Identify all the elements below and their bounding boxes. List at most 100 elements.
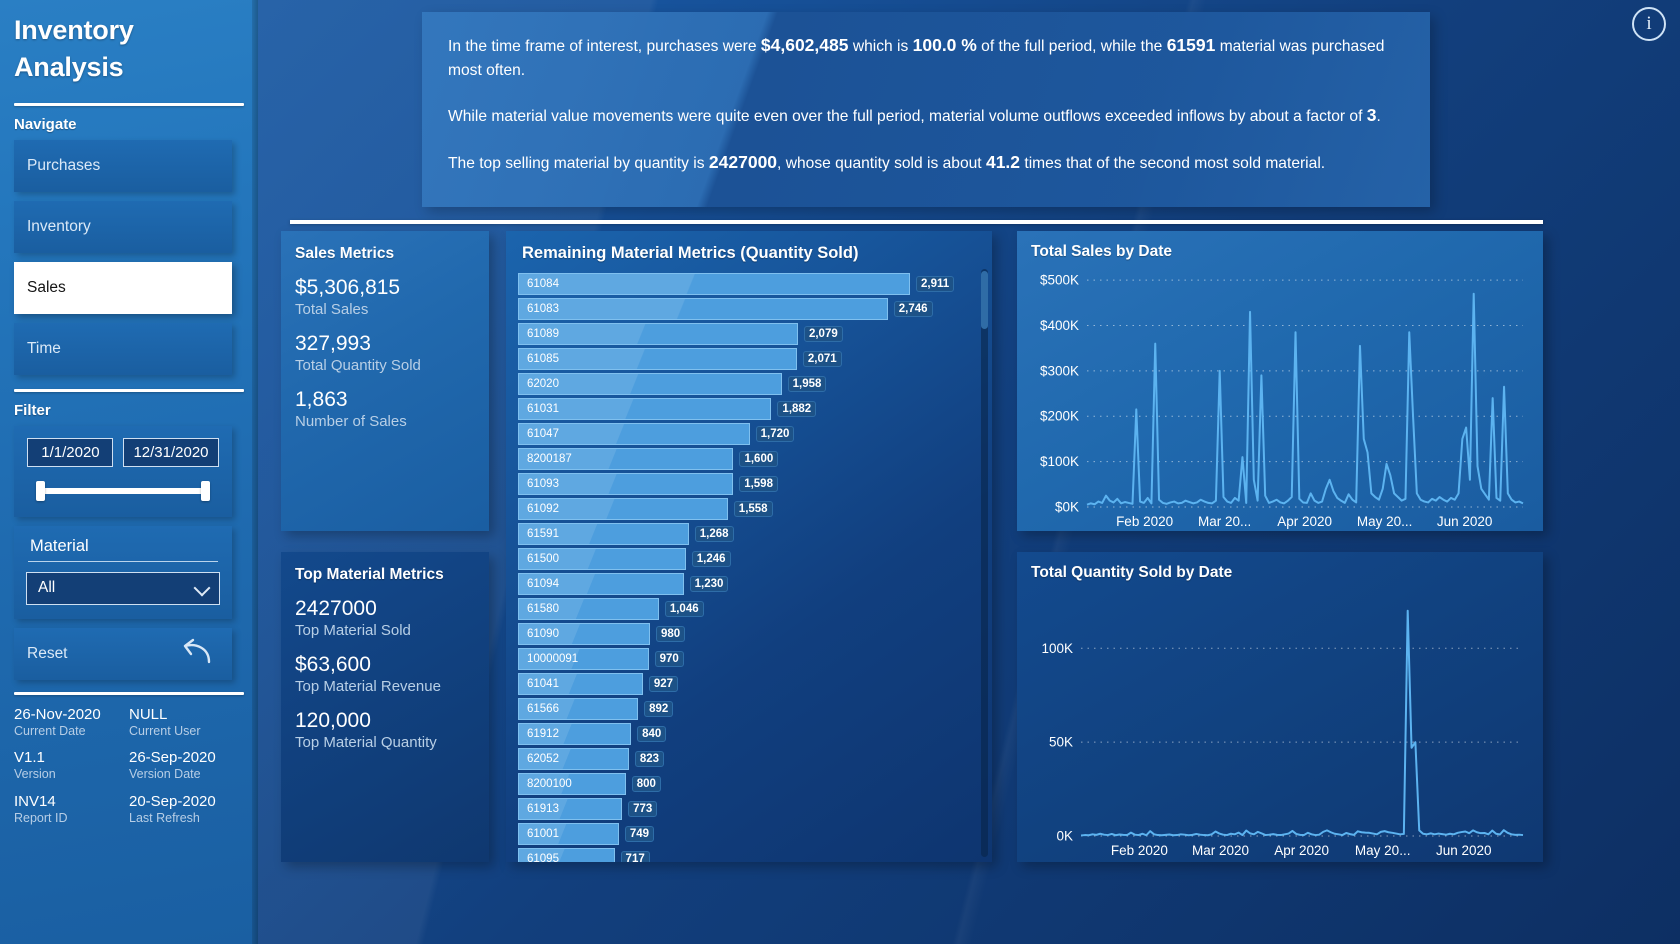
sidebar-item-purchases[interactable]: Purchases	[14, 139, 232, 192]
slider-handle-left[interactable]	[36, 480, 45, 501]
date-range-slider[interactable]	[32, 480, 214, 501]
slider-handle-right[interactable]	[201, 480, 210, 501]
material-underline	[28, 560, 218, 562]
kpi-value: $63,600	[295, 653, 371, 677]
bar-chart-row[interactable]: 61566 892	[518, 697, 980, 722]
kpi-label: Total Sales	[295, 300, 369, 318]
bar-chart-row[interactable]: 61591 1,268	[518, 522, 980, 547]
info-icon[interactable]: i	[1632, 7, 1666, 41]
bar-chart-row[interactable]: 61912 840	[518, 722, 980, 747]
bar-chart-row[interactable]: 61047 1,720	[518, 422, 980, 447]
bar-value-label: 773	[628, 800, 658, 817]
bar-chart-row[interactable]: 8200187 1,600	[518, 447, 980, 472]
bar-value-label: 1,958	[787, 376, 827, 393]
narrative-paragraph-3: The top selling material by quantity is …	[448, 149, 1404, 176]
kpi-label: Total Quantity Sold	[295, 356, 421, 374]
bar-chart-row[interactable]: 61083 2,746	[518, 297, 980, 322]
bar-value-label: 2,079	[803, 326, 843, 343]
meta-key: Version Date	[129, 767, 201, 782]
meta-item-version-date: 26-Sep-2020 Version Date	[129, 749, 244, 783]
sidebar-item-time[interactable]: Time	[14, 322, 232, 375]
bar-value-label: 1,230	[689, 576, 729, 593]
bar-chart-row[interactable]: 61041 927	[518, 672, 980, 697]
date-range-inputs: 1/1/2020 12/31/2020	[26, 437, 220, 467]
date-range-filter: 1/1/2020 12/31/2020	[14, 425, 232, 517]
bar-category-label: 61085	[518, 348, 797, 371]
bar-chart-plot-area[interactable]: 61084 2,911 61083 2,746 61089 2,079 61085 2,071…	[518, 272, 980, 862]
meta-item-version: V1.1 Version	[14, 749, 129, 783]
x-axis-tick-label: Jun 2020	[1436, 843, 1492, 858]
bar-chart-row[interactable]: 62052 823	[518, 747, 980, 772]
bar-chart-row[interactable]: 61089 2,079	[518, 322, 980, 347]
app-title-line2: Analysis	[14, 52, 124, 83]
bar-chart-row[interactable]: 61095 717	[518, 847, 980, 862]
narrative-text: While material value movements were quit…	[448, 108, 1367, 126]
y-axis-tick-label: $400K	[1040, 318, 1079, 333]
bar-category-label: 61094	[518, 573, 684, 596]
sidebar-item-label: Time	[27, 339, 61, 357]
bar-chart-row[interactable]: 61031 1,882	[518, 397, 980, 422]
bar-category-label: 61093	[518, 473, 734, 496]
bar-category-label: 8200100	[518, 772, 626, 795]
x-axis-tick-label: Mar 20...	[1198, 514, 1251, 529]
line-series-path	[1080, 609, 1524, 837]
bar-value-label: 1,598	[739, 476, 778, 493]
sidebar-item-inventory[interactable]: Inventory	[14, 200, 232, 253]
y-axis-tick-label: 50K	[1049, 735, 1073, 750]
bar-value-label: 1,246	[691, 551, 731, 568]
narrative-paragraph-1: In the time frame of interest, purchases…	[448, 32, 1404, 82]
top-material-metrics-title: Top Material Metrics	[295, 566, 444, 583]
bar-chart-row[interactable]: 61094 1,230	[518, 572, 980, 597]
narrative-text: In the time frame of interest, purchases…	[448, 38, 761, 55]
bar-chart-scrollbar[interactable]	[981, 269, 988, 857]
material-select[interactable]: All	[26, 571, 220, 605]
chevron-down-icon	[195, 581, 209, 595]
date-to-input[interactable]: 12/31/2020	[123, 437, 219, 467]
kpi-value: 120,000	[295, 709, 371, 733]
x-axis-tick-label: May 20...	[1355, 843, 1411, 858]
kpi-value: 327,993	[295, 332, 371, 356]
bar-value-label: 927	[648, 676, 679, 693]
navigate-heading: Navigate	[14, 115, 77, 133]
sidebar-item-sales[interactable]: Sales	[14, 261, 232, 314]
sales-by-date-plot-area[interactable]: $500K $400K $300K $200K $100K $0K Feb 2020 Mar …	[1029, 263, 1531, 533]
meta-key: Last Refresh	[129, 810, 200, 825]
bar-chart-row[interactable]: 10000091 970	[518, 647, 980, 672]
bar-chart-row[interactable]: 61092 1,558	[518, 497, 980, 522]
reset-button[interactable]: Reset	[14, 627, 232, 680]
bar-chart-row[interactable]: 61500 1,246	[518, 547, 980, 572]
divider-meta	[14, 691, 244, 695]
bar-category-label: 61031	[518, 398, 772, 421]
y-axis-tick-label: 0K	[1056, 829, 1073, 844]
bar-chart-row[interactable]: 62020 1,958	[518, 372, 980, 397]
material-filter: Material All	[14, 525, 232, 619]
material-filter-label: Material	[30, 536, 89, 555]
meta-value: V1.1	[14, 749, 45, 766]
bar-chart-row[interactable]: 61580 1,046	[518, 597, 980, 622]
sales-metrics-title: Sales Metrics	[295, 245, 395, 262]
bar-chart-row[interactable]: 61001 749	[518, 822, 980, 847]
bar-chart-row[interactable]: 61084 2,911	[518, 272, 980, 297]
bar-chart-row[interactable]: 61090 980	[518, 622, 980, 647]
bar-category-label: 61089	[518, 323, 798, 346]
x-axis-tick-label: Jun 2020	[1437, 514, 1493, 529]
bar-chart-row[interactable]: 61913 773	[518, 797, 980, 822]
bar-value-label: 749	[624, 825, 655, 842]
bar-chart-scrollbar-thumb[interactable]	[981, 271, 988, 329]
bar-value-label: 840	[637, 726, 667, 743]
bar-chart-row[interactable]: 61085 2,071	[518, 347, 980, 372]
date-from-input[interactable]: 1/1/2020	[27, 437, 114, 467]
kpi-top-material-sold: 2427000 Top Material Sold	[295, 597, 475, 640]
bar-chart-row[interactable]: 8200100 800	[518, 772, 980, 797]
kpi-value: 2427000	[295, 597, 377, 620]
bar-chart-row[interactable]: 61093 1,598	[518, 472, 980, 497]
line-chart-svg: 100K 50K 0K Feb 2020 Mar 2020 Apr 2020 May 20.…	[1041, 609, 1524, 858]
bar-category-label: 61912	[518, 723, 632, 746]
y-axis-tick-label: $0K	[1055, 500, 1079, 515]
qty-by-date-plot-area[interactable]: 100K 50K 0K Feb 2020 Mar 2020 Apr 2020 May 20.…	[1029, 584, 1531, 862]
bar-value-label: 1,558	[733, 501, 773, 518]
bar-category-label: 61095	[518, 847, 615, 862]
bar-category-label: 61591	[518, 523, 689, 546]
narrative-text: .	[1376, 108, 1381, 126]
narrative-metric-material: 61591	[1166, 35, 1216, 55]
